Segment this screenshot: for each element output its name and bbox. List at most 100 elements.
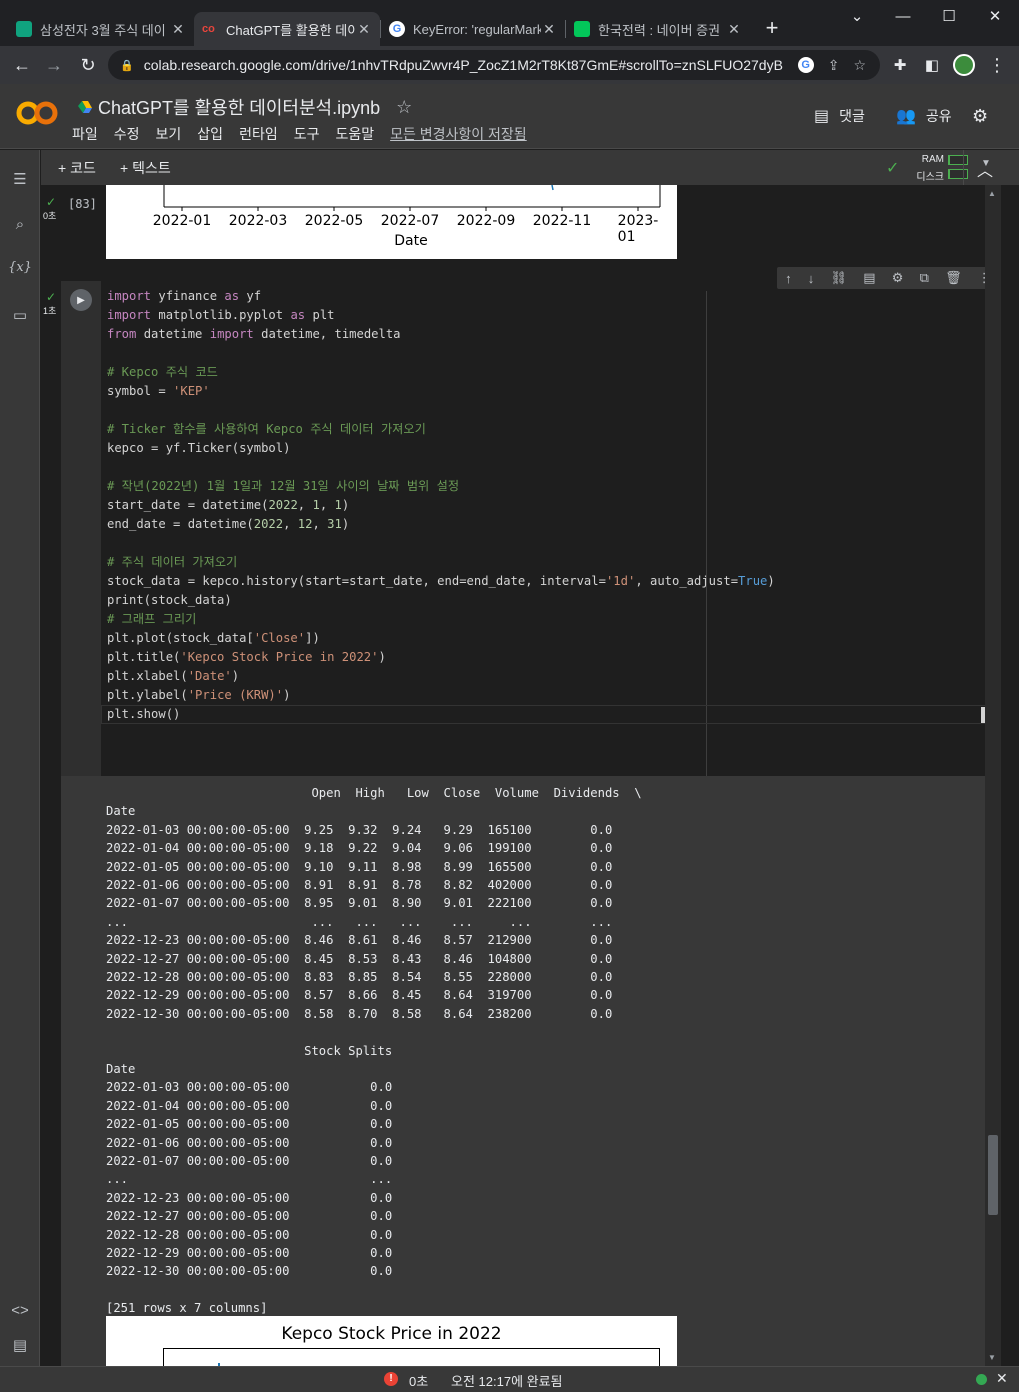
disk-label: 디스크 — [916, 172, 944, 183]
save-status-link[interactable]: 모든 변경사항이 저장됨 — [390, 124, 527, 144]
output-line: 2022-01-07 00:00:00-05:00 8.95 9.01 8.90… — [106, 896, 613, 911]
error-icon[interactable]: ! — [384, 1372, 398, 1386]
minimize-button[interactable]: — — [880, 0, 926, 32]
scroll-up-arrow-icon[interactable]: ▲ — [988, 189, 996, 198]
output-line: 2022-01-04 00:00:00-05:00 0.0 — [106, 1098, 393, 1113]
output-line: 2022-01-05 00:00:00-05:00 0.0 — [106, 1117, 393, 1132]
google-drive-icon[interactable] — [78, 101, 92, 113]
menu-view[interactable]: 보기 — [156, 124, 182, 144]
run-cell-button[interactable]: ▶ — [70, 289, 92, 311]
browser-tab[interactable]: 삼성전자 3월 주식 데이 ✕ — [8, 12, 194, 46]
output-line: 2022-12-30 00:00:00-05:00 0.0 — [106, 1264, 393, 1279]
delete-icon[interactable]: 🗑 — [945, 270, 962, 286]
close-tab-icon[interactable]: ✕ — [356, 21, 372, 38]
star-icon[interactable]: ☆ — [396, 97, 412, 118]
link-icon[interactable]: ⛓ — [831, 270, 848, 286]
menu-tools[interactable]: 도구 — [294, 124, 320, 144]
code-line: plt.plot(stock_data['Close']) — [107, 631, 320, 645]
code-line: # 작년(2022년) 1월 1일과 12월 31일 사이의 날짜 범위 설정 — [107, 479, 460, 493]
notebook-scrollbar[interactable]: ▲ ▼ — [985, 185, 1001, 1366]
browser-menu-icon[interactable]: ⋮ — [985, 53, 1009, 77]
search-icon[interactable]: ⌕ — [0, 216, 40, 233]
status-completed-text: 오전 12:17에 완료됨 — [451, 1374, 563, 1389]
comment-icon[interactable]: ▤ — [863, 270, 875, 286]
notebook-title[interactable]: ChatGPT를 활용한 데이터분석.ipynb — [98, 94, 380, 120]
menu-file[interactable]: 파일 — [72, 124, 98, 144]
output-line: 2022-01-03 00:00:00-05:00 9.25 9.32 9.24… — [106, 822, 613, 837]
code-cell[interactable]: ▶ import yfinance as yf import matplotlib… — [61, 281, 1001, 776]
reload-icon[interactable]: ↻ — [76, 53, 100, 77]
google-favicon-icon: G — [389, 21, 405, 37]
colab-header: ChatGPT를 활용한 데이터분석.ipynb ☆ 파일 수정 보기 삽입 런… — [0, 84, 1019, 149]
x-tick-label: 2022-09 — [456, 213, 516, 229]
move-up-icon[interactable]: ↑ — [785, 271, 792, 286]
code-line: print(stock_data) — [107, 593, 232, 607]
cell-gutter: ▶ — [61, 281, 101, 776]
code-line: plt.xlabel('Date') — [107, 669, 240, 683]
menu-help[interactable]: 도움말 — [335, 124, 374, 144]
comment-button[interactable]: ▤ 댓글 — [814, 106, 865, 126]
colab-logo[interactable] — [16, 98, 58, 128]
maximize-button[interactable]: ☐ — [926, 0, 972, 32]
browser-tab[interactable]: G KeyError: 'regularMark ✕ — [381, 12, 565, 46]
code-line: kepco = yf.Ticker(symbol) — [107, 441, 291, 455]
output-line: ... ... — [106, 1172, 393, 1187]
code-editor[interactable]: import yfinance as yf import matplotlib.p… — [101, 281, 1001, 776]
code-line: from datetime import datetime, timedelta — [107, 327, 401, 341]
close-window-button[interactable]: ✕ — [972, 0, 1018, 32]
forward-arrow-icon[interactable]: → — [42, 53, 66, 77]
code-snippets-icon[interactable]: <> — [0, 1302, 40, 1319]
scrollbar-thumb[interactable] — [988, 1135, 998, 1215]
close-tab-icon[interactable]: ✕ — [726, 21, 742, 38]
browser-tab[interactable]: 한국전력 : 네이버 증권 ✕ — [566, 12, 750, 46]
x-tick-label: 2022-05 — [304, 213, 364, 229]
tab-title: KeyError: 'regularMark — [413, 21, 541, 37]
output-line: Stock Splits — [106, 1043, 393, 1058]
output-line: Open High Low Close Volume Dividends \ — [106, 786, 642, 800]
side-panel-icon[interactable]: ◧ — [920, 53, 944, 77]
menu-insert[interactable]: 삽입 — [197, 124, 223, 144]
add-code-button[interactable]: + 코드 — [58, 158, 96, 178]
add-text-button[interactable]: + 텍스트 — [120, 158, 171, 178]
table-of-contents-icon[interactable]: ☰ — [0, 170, 40, 188]
ram-usage-bar — [948, 155, 968, 165]
output-line: 2022-12-29 00:00:00-05:00 0.0 — [106, 1246, 393, 1260]
scroll-down-arrow-icon[interactable]: ▼ — [988, 1353, 996, 1362]
status-bar: ! 0초 오전 12:17에 완료됨 ✕ — [0, 1366, 1019, 1392]
people-icon: 👥 — [896, 108, 916, 125]
plot-axes-frame — [163, 1348, 660, 1366]
profile-avatar[interactable] — [953, 54, 975, 76]
plot-title: Kepco Stock Price in 2022 — [281, 1324, 502, 1344]
chevron-up-icon[interactable]: ︿ — [977, 157, 993, 181]
close-status-icon[interactable]: ✕ — [996, 1370, 1008, 1387]
output-line: 2022-12-28 00:00:00-05:00 8.83 8.85 8.54… — [106, 970, 613, 984]
x-tick-label: 2022-03 — [228, 213, 288, 229]
mirror-cell-icon[interactable]: ⧉ — [920, 270, 929, 286]
connection-status-dot — [976, 1374, 987, 1385]
extensions-icon[interactable]: ✚ — [888, 53, 912, 77]
browser-tab-active[interactable]: co ChatGPT를 활용한 데이 ✕ — [194, 12, 380, 46]
code-line: # 그래프 그리기 — [107, 612, 197, 626]
x-tick-label: 2023-01 — [617, 213, 659, 245]
menu-runtime[interactable]: 런타임 — [239, 124, 278, 144]
google-lens-icon[interactable]: G — [797, 57, 814, 73]
menu-edit[interactable]: 수정 — [114, 124, 140, 144]
settings-gear-icon[interactable]: ⚙ — [972, 106, 988, 127]
back-arrow-icon[interactable]: ← — [10, 53, 34, 77]
move-down-icon[interactable]: ↓ — [808, 271, 815, 286]
address-bar[interactable]: 🔒 colab.research.google.com/drive/1nhvTR… — [108, 50, 880, 80]
command-palette-icon[interactable]: ▤ — [0, 1336, 40, 1354]
connected-check-icon: ✓ — [886, 160, 900, 177]
gear-icon[interactable]: ⚙ — [892, 270, 904, 286]
close-tab-icon[interactable]: ✕ — [541, 21, 557, 38]
variables-icon[interactable]: {x} — [0, 260, 40, 275]
output-line: 2022-12-23 00:00:00-05:00 8.46 8.61 8.46… — [106, 933, 613, 948]
folder-icon[interactable]: ▭ — [0, 306, 40, 324]
bookmark-star-icon[interactable]: ☆ — [853, 57, 866, 74]
share-icon[interactable]: ⇪ — [828, 57, 840, 74]
new-tab-button[interactable]: + — [760, 17, 784, 41]
share-button[interactable]: 👥 공유 — [896, 106, 952, 126]
tab-search-icon[interactable]: ⌄ — [834, 0, 880, 32]
menu-bar: 파일 수정 보기 삽입 런타임 도구 도움말 모든 변경사항이 저장됨 — [72, 124, 543, 144]
close-tab-icon[interactable]: ✕ — [170, 21, 186, 38]
